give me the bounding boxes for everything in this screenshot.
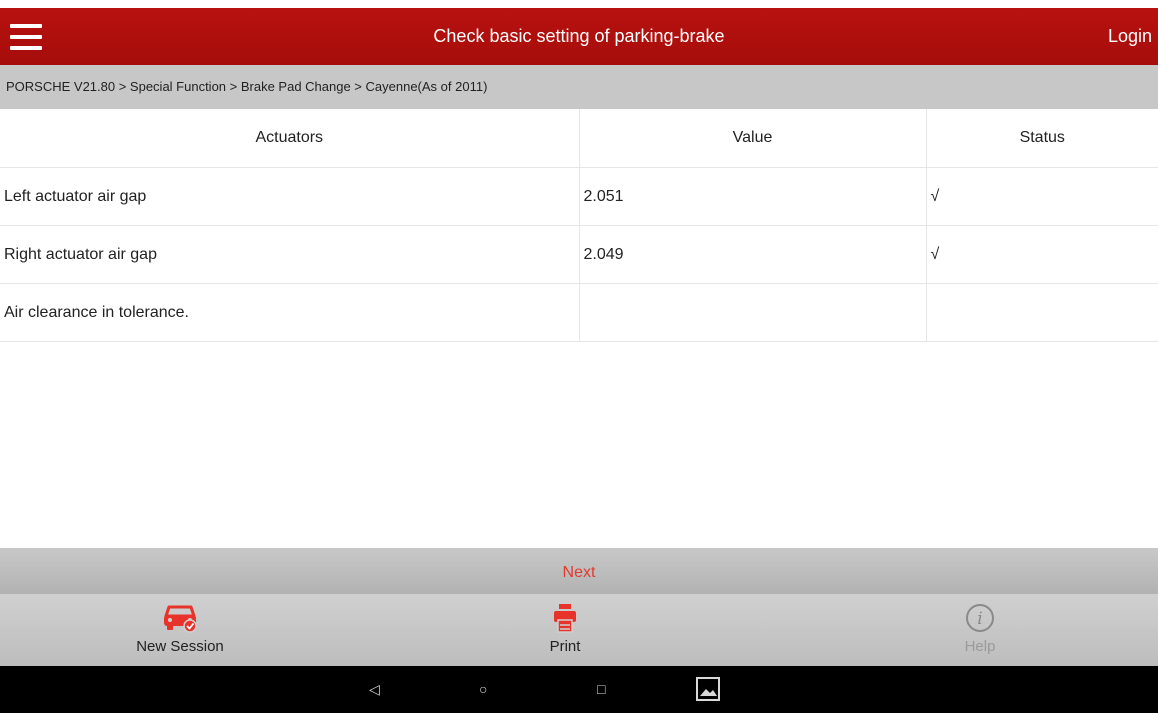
car-check-icon <box>164 605 197 633</box>
print-button[interactable]: Print <box>525 594 605 666</box>
breadcrumb: PORSCHE V21.80 > Special Function > Brak… <box>0 65 1158 109</box>
help-label: Help <box>964 638 996 655</box>
svg-text:i: i <box>977 609 982 629</box>
status-cell: √ <box>925 167 1158 226</box>
actuator-cell: Left actuator air gap <box>0 167 579 226</box>
back-icon[interactable]: ◁ <box>369 666 380 713</box>
home-icon[interactable]: ○ <box>479 666 487 713</box>
page-title: Check basic setting of parking-brake <box>433 26 725 46</box>
new-session-label: New Session <box>136 638 224 655</box>
bottom-toolbar: New Session Print i Help <box>0 594 1158 666</box>
table-row[interactable]: Air clearance in tolerance. <box>0 283 1158 342</box>
printer-icon <box>554 604 576 633</box>
column-header-status: Status <box>925 109 1158 168</box>
info-icon: i <box>966 604 994 632</box>
status-strip <box>0 0 1158 8</box>
actuators-table: Actuators Value Status Left actuator air… <box>0 109 1158 342</box>
help-button[interactable]: i Help <box>940 594 1020 666</box>
next-button[interactable]: Next <box>0 548 1158 594</box>
new-session-button[interactable]: New Session <box>110 594 250 666</box>
actuator-cell: Right actuator air gap <box>0 225 579 284</box>
android-nav-bar: ◁ ○ □ <box>0 666 1158 713</box>
actuator-cell: Air clearance in tolerance. <box>0 283 579 342</box>
value-cell: 2.049 <box>578 225 926 284</box>
status-cell <box>925 283 1158 342</box>
status-cell: √ <box>925 225 1158 284</box>
table-row[interactable]: Right actuator air gap 2.049 √ <box>0 225 1158 284</box>
table-row[interactable]: Left actuator air gap 2.051 √ <box>0 167 1158 226</box>
app-header: Check basic setting of parking-brake Log… <box>0 8 1158 65</box>
column-header-value: Value <box>578 109 926 168</box>
table-header-row: Actuators Value Status <box>0 109 1158 168</box>
image-icon[interactable] <box>696 677 720 701</box>
login-button[interactable]: Login <box>1108 8 1152 65</box>
value-cell <box>578 283 926 342</box>
column-header-actuators: Actuators <box>0 109 579 168</box>
recents-icon[interactable]: □ <box>597 666 605 713</box>
print-label: Print <box>549 638 581 655</box>
value-cell: 2.051 <box>578 167 926 226</box>
